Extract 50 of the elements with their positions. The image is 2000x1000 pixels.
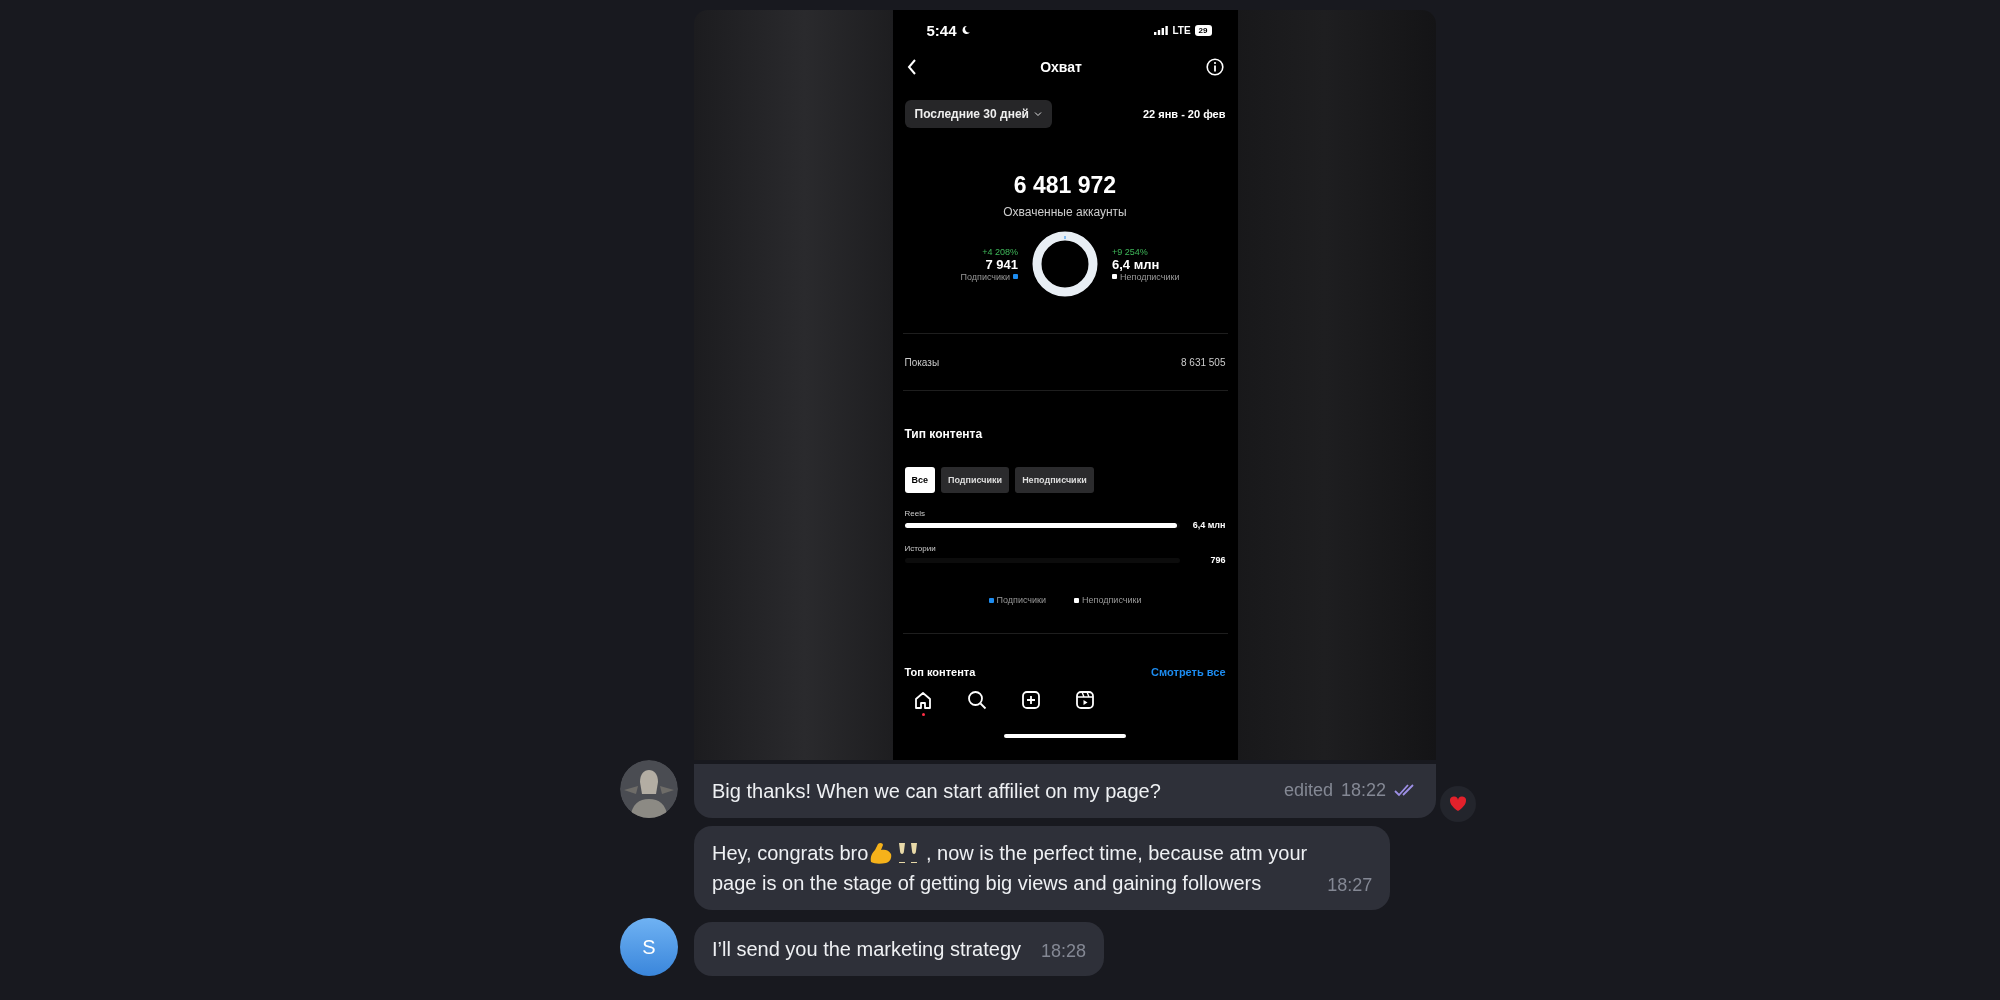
filter-tab[interactable]: Неподписчики: [1015, 467, 1094, 493]
status-time: 5:44: [926, 21, 957, 39]
battery-level: 29: [1194, 24, 1212, 36]
message-text: I’ll send you the marketing strategy: [712, 937, 1022, 962]
info-icon[interactable]: [1205, 58, 1224, 76]
date-range: 22 янв - 20 фев: [1142, 108, 1226, 120]
section-title: Тип контента: [904, 427, 984, 441]
moon-icon: [960, 25, 971, 35]
back-icon[interactable]: [906, 59, 917, 75]
bar-value: 6,4 млн: [1191, 520, 1226, 530]
followers-value: 7 941: [985, 256, 1018, 272]
impressions-value: 8 631 505: [1181, 356, 1226, 368]
message-time: 18:22: [1340, 779, 1386, 801]
heart-icon: [1449, 796, 1467, 812]
search-icon[interactable]: [966, 690, 987, 710]
edited-label: edited: [1283, 779, 1333, 801]
impressions-label: Показы: [904, 356, 940, 368]
message-text: , now is the perfect time, because atm your: [924, 841, 1308, 866]
message-text: page is on the stage of getting big views and gaining followers: [712, 871, 1262, 896]
chevron-icon: [1033, 111, 1042, 117]
message-text: Big thanks! When we can start affiliet on my page?: [712, 779, 1161, 804]
screen-title: Охват: [1040, 59, 1082, 75]
period-dropdown[interactable]: Последние 30 дней: [904, 100, 1052, 128]
signal-icon: [1154, 25, 1169, 35]
message-time: 18:28: [1041, 940, 1087, 962]
add-icon[interactable]: [1020, 690, 1041, 710]
network-label: LTE: [1172, 24, 1191, 36]
home-icon[interactable]: [912, 690, 933, 710]
message-text: Hey, congrats bro: [712, 841, 869, 866]
bar-label: Истории: [904, 544, 937, 553]
filter-tab[interactable]: Все: [904, 467, 935, 493]
non-followers-label: Неподписчики: [1120, 271, 1180, 282]
avatar[interactable]: [620, 760, 678, 818]
change-value: +9 254%: [1112, 246, 1149, 257]
reach-label: Охваченные аккаунты: [1002, 205, 1128, 219]
non-followers-value: 6,4 млн: [1112, 256, 1161, 272]
video-icon[interactable]: [1074, 690, 1095, 710]
filter-tab[interactable]: Подписчики: [941, 467, 1010, 493]
bar-value: 796: [1209, 555, 1226, 565]
change-value: +4 208%: [982, 246, 1018, 257]
legend-label: Подписчики: [996, 595, 1047, 605]
followers-label: Подписчики: [960, 271, 1010, 282]
see-all-link[interactable]: Смотреть все: [1151, 666, 1226, 678]
message-time: 18:27: [1327, 874, 1373, 896]
reach-value: 6 481 972: [1012, 172, 1118, 199]
legend-label: Неподписчики: [1082, 595, 1142, 605]
reaction-badge[interactable]: [1440, 786, 1476, 822]
bar-label: Reels: [904, 509, 926, 518]
section-title: Топ контента: [904, 666, 976, 678]
donut-chart-drawing: [1032, 231, 1098, 297]
